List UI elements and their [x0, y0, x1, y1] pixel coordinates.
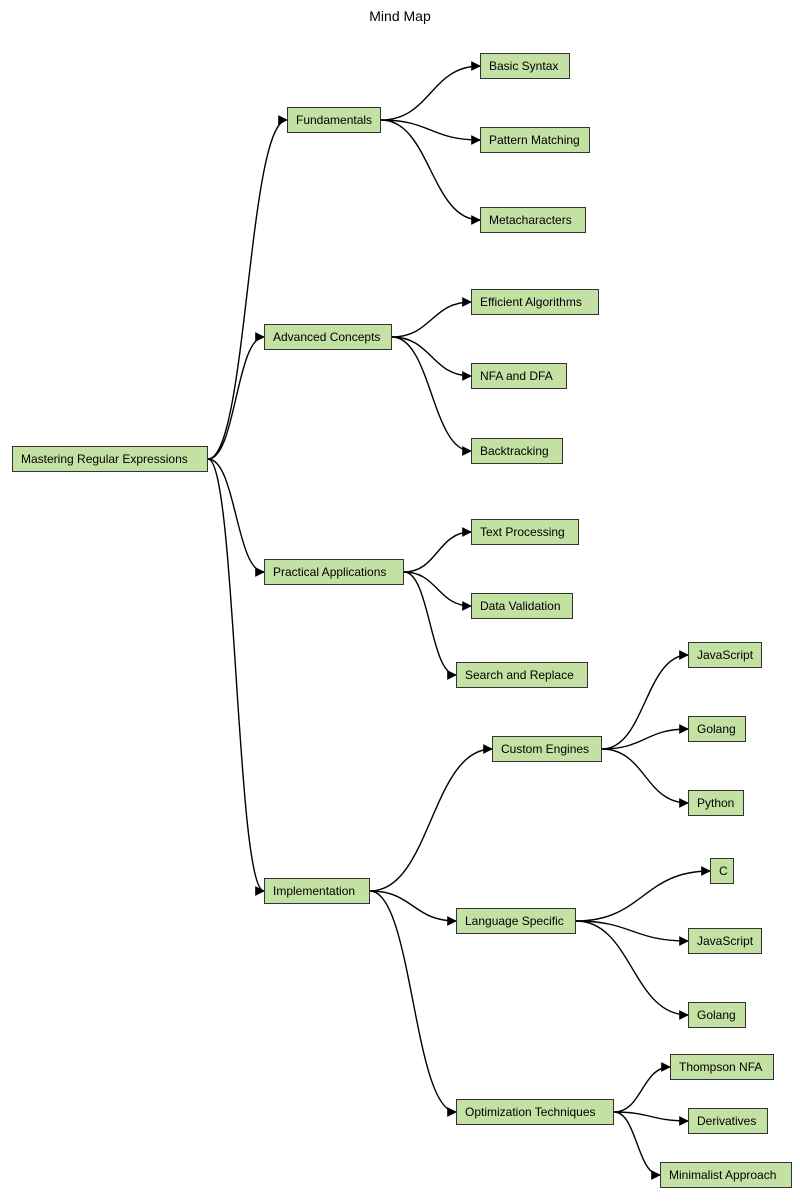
node-fund: Fundamentals — [287, 107, 381, 133]
edge-fund-pmat — [381, 120, 480, 140]
edge-ceng-go1 — [602, 729, 688, 749]
edge-root-adv — [208, 337, 264, 459]
edge-fund-bsyn — [381, 66, 480, 120]
node-js1: JavaScript — [688, 642, 762, 668]
node-lspec: Language Specific — [456, 908, 576, 934]
edge-fund-meta — [381, 120, 480, 220]
edge-lspec-go2 — [576, 921, 688, 1015]
node-prac: Practical Applications — [264, 559, 404, 585]
node-optt: Optimization Techniques — [456, 1099, 614, 1125]
edge-lspec-c — [576, 871, 710, 921]
edge-optt-minim — [614, 1112, 660, 1175]
edge-adv-back — [392, 337, 471, 451]
edge-impl-ceng — [370, 749, 492, 891]
node-ceng: Custom Engines — [492, 736, 602, 762]
edge-prac-srep — [404, 572, 456, 675]
edge-root-prac — [208, 459, 264, 572]
node-ealg: Efficient Algorithms — [471, 289, 599, 315]
edge-optt-tnfa — [614, 1067, 670, 1112]
node-go1: Golang — [688, 716, 746, 742]
node-impl: Implementation — [264, 878, 370, 904]
edge-ceng-py — [602, 749, 688, 803]
node-ndfa: NFA and DFA — [471, 363, 567, 389]
edge-optt-deriv — [614, 1112, 688, 1121]
node-go2: Golang — [688, 1002, 746, 1028]
edge-lspec-js2 — [576, 921, 688, 941]
node-back: Backtracking — [471, 438, 563, 464]
node-tproc: Text Processing — [471, 519, 579, 545]
node-dval: Data Validation — [471, 593, 573, 619]
edge-root-fund — [208, 120, 287, 459]
edge-prac-dval — [404, 572, 471, 606]
edge-root-impl — [208, 459, 264, 891]
node-c: C — [710, 858, 734, 884]
node-adv: Advanced Concepts — [264, 324, 392, 350]
node-minim: Minimalist Approach — [660, 1162, 792, 1188]
edge-ceng-js1 — [602, 655, 688, 749]
edge-adv-ealg — [392, 302, 471, 337]
node-bsyn: Basic Syntax — [480, 53, 570, 79]
node-py: Python — [688, 790, 744, 816]
node-pmat: Pattern Matching — [480, 127, 590, 153]
edge-impl-lspec — [370, 891, 456, 921]
diagram-title: Mind Map — [0, 8, 800, 24]
node-root: Mastering Regular Expressions — [12, 446, 208, 472]
node-srep: Search and Replace — [456, 662, 588, 688]
edge-impl-optt — [370, 891, 456, 1112]
node-meta: Metacharacters — [480, 207, 586, 233]
edge-adv-ndfa — [392, 337, 471, 376]
edge-prac-tproc — [404, 532, 471, 572]
node-tnfa: Thompson NFA — [670, 1054, 774, 1080]
node-deriv: Derivatives — [688, 1108, 768, 1134]
edges-layer — [0, 0, 800, 1202]
node-js2: JavaScript — [688, 928, 762, 954]
